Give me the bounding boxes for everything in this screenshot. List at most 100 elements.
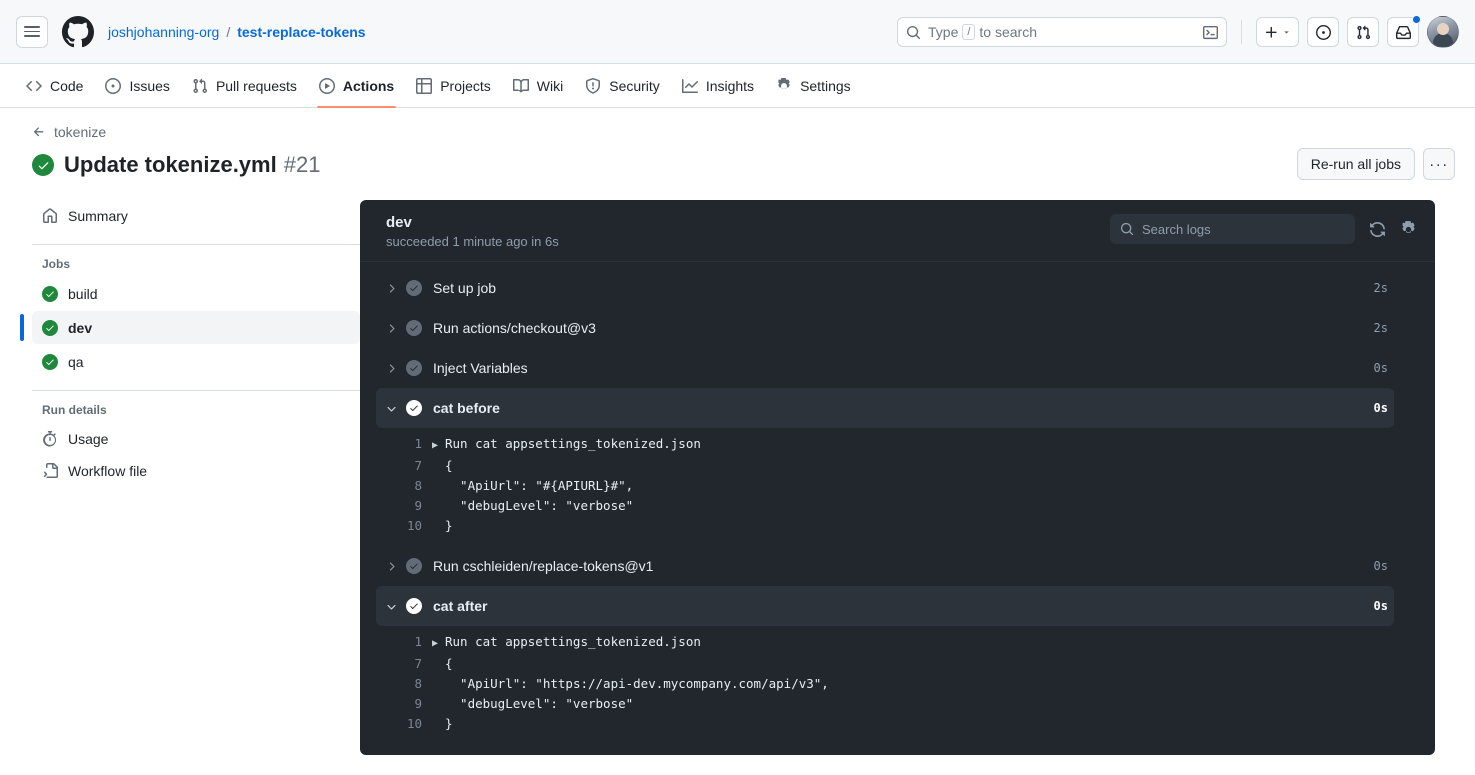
log-step-label: Run actions/checkout@v3 bbox=[433, 320, 596, 336]
log-step-run-replace-tokens[interactable]: Run cschleiden/replace-tokens@v1 0s bbox=[376, 546, 1394, 586]
tab-insights[interactable]: Insights bbox=[672, 64, 764, 107]
tab-issues-label: Issues bbox=[129, 77, 170, 94]
pull-requests-button[interactable] bbox=[1347, 17, 1379, 47]
sidebar-item-workflow-file[interactable]: Workflow file bbox=[32, 455, 360, 487]
tab-code[interactable]: Code bbox=[16, 64, 93, 107]
sidebar-run-details-heading: Run details bbox=[42, 403, 107, 417]
step-status-success-icon bbox=[406, 360, 422, 376]
table-icon bbox=[416, 77, 433, 94]
log-line: 8 "ApiUrl": "#{APIURL}#", bbox=[360, 476, 1435, 496]
log-job-status: succeeded 1 minute ago in 6s bbox=[386, 234, 559, 249]
job-status-success-icon bbox=[42, 353, 58, 370]
sidebar-item-summary[interactable]: Summary bbox=[32, 200, 360, 232]
log-step-inject-variables[interactable]: Inject Variables 0s bbox=[376, 348, 1394, 388]
tab-issues[interactable]: Issues bbox=[95, 64, 179, 107]
git-pull-request-icon bbox=[193, 78, 207, 93]
main-split: Summary Jobs build dev qa Run details Us… bbox=[20, 200, 1455, 755]
avatar[interactable] bbox=[1427, 16, 1459, 48]
log-output-cat-after: 1 ▶ Run cat appsettings_tokenized.json 7… bbox=[360, 626, 1435, 744]
run-actions: Re-run all jobs ··· bbox=[1296, 148, 1455, 180]
run-more-options-button[interactable]: ··· bbox=[1423, 148, 1455, 180]
log-step-duration: 0s bbox=[1373, 559, 1388, 573]
sidebar-job-dev[interactable]: dev bbox=[20, 311, 360, 344]
log-line: 7 { bbox=[360, 654, 1435, 674]
file-code-icon bbox=[43, 463, 58, 478]
plus-icon bbox=[1265, 26, 1277, 38]
sidebar-item-usage[interactable]: Usage bbox=[32, 423, 360, 455]
step-status-success-icon bbox=[406, 558, 422, 574]
back-to-workflow-link[interactable]: tokenize bbox=[32, 124, 106, 140]
tab-pull-requests[interactable]: Pull requests bbox=[182, 64, 307, 107]
tab-projects[interactable]: Projects bbox=[406, 64, 501, 107]
issue-opened-icon bbox=[105, 77, 122, 94]
code-icon bbox=[26, 80, 42, 91]
terminal-icon[interactable] bbox=[1203, 25, 1218, 40]
log-line-marker-icon[interactable]: ▶ bbox=[432, 634, 445, 654]
search-icon bbox=[906, 25, 921, 39]
issue-opened-icon bbox=[1315, 24, 1331, 40]
log-line-number: 8 bbox=[414, 478, 422, 493]
log-line-text: "ApiUrl": "#{APIURL}#", bbox=[445, 478, 634, 493]
log-line-number: 10 bbox=[406, 518, 422, 533]
step-status-success-icon bbox=[406, 400, 422, 416]
step-status-success-icon bbox=[406, 598, 422, 614]
header-divider bbox=[1241, 20, 1242, 44]
tab-wiki[interactable]: Wiki bbox=[503, 64, 573, 107]
log-line: 10 } bbox=[360, 516, 1435, 536]
tab-settings[interactable]: Settings bbox=[766, 64, 861, 107]
search-placeholder: Type / to search bbox=[928, 24, 1038, 40]
log-settings-gear-icon[interactable] bbox=[1400, 220, 1417, 238]
log-step-set-up-job[interactable]: Set up job 2s bbox=[376, 268, 1394, 308]
log-line: 1 ▶ Run cat appsettings_tokenized.json bbox=[360, 632, 1435, 654]
log-line-url-link[interactable]: https://api-dev.mycompany.com/api/v3 bbox=[543, 674, 814, 694]
graph-icon bbox=[681, 78, 698, 93]
sidebar-divider-1 bbox=[32, 244, 360, 245]
log-line-text: } bbox=[445, 716, 453, 731]
search-icon bbox=[1120, 222, 1134, 236]
job-status-success-icon bbox=[42, 319, 58, 336]
tab-actions-label: Actions bbox=[342, 77, 395, 94]
log-search-input[interactable]: Search logs bbox=[1110, 214, 1355, 244]
log-step-duration: 2s bbox=[1373, 281, 1388, 295]
breadcrumb-separator: / bbox=[226, 23, 231, 40]
log-line-number: 9 bbox=[414, 696, 422, 711]
refresh-logs-button[interactable] bbox=[1369, 221, 1386, 238]
repo-nav: Code Issues Pull requests Actions Projec… bbox=[0, 64, 1475, 108]
sidebar-job-build[interactable]: build bbox=[32, 277, 360, 310]
log-step-cat-before[interactable]: cat before 0s bbox=[376, 388, 1394, 428]
sidebar-job-qa[interactable]: qa bbox=[32, 345, 360, 378]
log-line-marker-icon[interactable]: ▶ bbox=[432, 436, 445, 456]
re-run-all-jobs-button[interactable]: Re-run all jobs bbox=[1296, 148, 1415, 180]
log-line: 8 "ApiUrl": " https://api-dev.mycompany.c… bbox=[360, 674, 1435, 694]
chevron-right-icon bbox=[376, 362, 406, 375]
step-status-success-icon bbox=[406, 320, 422, 336]
log-line-text-suffix: ", bbox=[813, 676, 829, 691]
log-line-text: { bbox=[445, 656, 453, 671]
notification-indicator bbox=[1412, 15, 1421, 24]
log-step-cat-after[interactable]: cat after 0s bbox=[376, 586, 1394, 626]
log-output-cat-before: 1 ▶ Run cat appsettings_tokenized.json 7… bbox=[360, 428, 1435, 546]
search-input[interactable]: Type / to search bbox=[897, 17, 1227, 47]
page-body: tokenize Update tokenize.yml #21 Re-run … bbox=[0, 108, 1475, 755]
log-step-duration: 2s bbox=[1373, 321, 1388, 335]
notifications-inbox-button[interactable] bbox=[1387, 15, 1421, 47]
play-icon bbox=[318, 77, 335, 94]
sidebar-job-dev-label: dev bbox=[68, 319, 93, 336]
sidebar-summary-label: Summary bbox=[68, 208, 128, 224]
home-icon bbox=[43, 208, 57, 223]
create-new-button[interactable] bbox=[1256, 17, 1299, 47]
tab-pull-requests-label: Pull requests bbox=[215, 77, 297, 94]
tab-actions[interactable]: Actions bbox=[309, 64, 404, 108]
breadcrumb-repo[interactable]: test-replace-tokens bbox=[237, 24, 365, 40]
issues-button[interactable] bbox=[1307, 17, 1339, 47]
github-logo-icon[interactable] bbox=[62, 15, 94, 48]
breadcrumb-org[interactable]: joshjohanning-org bbox=[108, 24, 219, 40]
sidebar: Summary Jobs build dev qa Run details Us… bbox=[20, 200, 360, 755]
log-step-run-actions-checkout[interactable]: Run actions/checkout@v3 2s bbox=[376, 308, 1394, 348]
tab-security[interactable]: Security bbox=[575, 64, 670, 107]
job-log-panel: dev succeeded 1 minute ago in 6s Search … bbox=[360, 200, 1435, 755]
git-pull-request-icon bbox=[1356, 25, 1370, 39]
hamburger-menu-icon[interactable] bbox=[16, 15, 48, 48]
log-line-text: Run cat appsettings_tokenized.json bbox=[445, 436, 701, 451]
log-search-placeholder: Search logs bbox=[1142, 221, 1211, 237]
